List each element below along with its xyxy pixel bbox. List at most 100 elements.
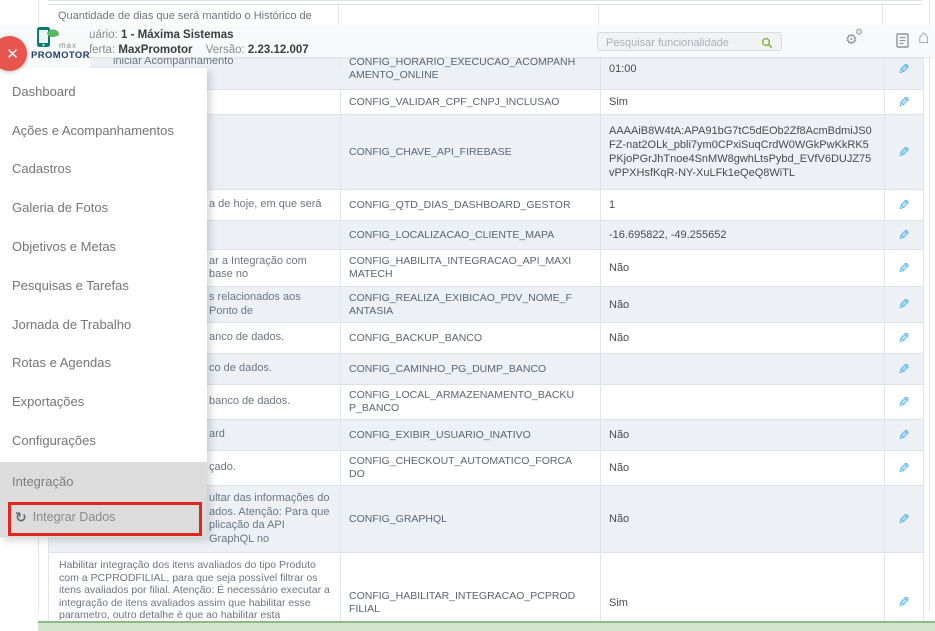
edit-cell: ✎ xyxy=(885,221,923,249)
config-name-cell: CONFIG_CAMINHO_PG_DUMP_BANCO xyxy=(341,354,601,384)
edit-cell: ✎ xyxy=(885,250,923,286)
version-value: 2.23.12.007 xyxy=(247,44,309,56)
sidebar-item-label: Pesquisas e Tarefas xyxy=(12,277,129,293)
sidebar-item-label: Exportações xyxy=(12,394,85,410)
sidebar-item-label: Objetivos e Metas xyxy=(12,239,117,255)
config-name-cell: CONFIG_EXIBIR_USUARIO_INATIVO xyxy=(341,420,601,450)
config-value-cell: Sim xyxy=(601,90,885,114)
sidebar-item[interactable]: Jornada de Trabalho xyxy=(0,305,207,344)
table-partial-top-row: Quantidade de dias que será mantido o Hi… xyxy=(48,0,922,26)
config-description-cell: Quantidade de dias que será mantido o Hi… xyxy=(48,5,339,26)
edit-cell: ✎ xyxy=(885,354,923,384)
config-value-cell xyxy=(601,354,885,384)
sidebar-item[interactable]: Cadastros xyxy=(0,150,207,189)
config-name-cell: CONFIG_CHECKOUT_AUTOMATICO_FORCADO xyxy=(341,451,601,485)
config-value-cell xyxy=(601,385,885,419)
sidebar-item-label: Configurações xyxy=(12,433,96,449)
edit-cell: ✎ xyxy=(885,323,923,353)
config-value-cell: Não xyxy=(601,323,885,353)
edit-icon[interactable]: ✎ xyxy=(898,296,910,313)
sidebar-item[interactable]: Exportações xyxy=(0,382,207,421)
edit-icon[interactable]: ✎ xyxy=(898,361,910,378)
config-name-cell: CONFIG_LOCAL_ARMAZENAMENTO_BACKUP_BANCO xyxy=(341,385,601,419)
edit-icon[interactable]: ✎ xyxy=(898,394,910,411)
table-row: Habilitar integração dos itens avaliados… xyxy=(49,553,923,631)
edit-cell: ✎ xyxy=(885,385,923,419)
search-input[interactable] xyxy=(604,34,758,51)
sidebar-item-label: Jornada de Trabalho xyxy=(12,316,132,332)
top-header: Usuário: 1 - Máxima Sistemas Oferta: Max… xyxy=(0,25,935,57)
close-icon: ✕ xyxy=(6,45,19,63)
page-right-border xyxy=(929,0,930,612)
edit-icon[interactable]: ✎ xyxy=(898,61,910,78)
version-label: Versão: xyxy=(205,44,245,56)
sidebar-item-label: Galeria de Fotos xyxy=(12,200,109,216)
edit-icon[interactable]: ✎ xyxy=(898,197,910,214)
home-icon[interactable]: ⌂ xyxy=(918,27,929,49)
edit-icon[interactable]: ✎ xyxy=(898,144,910,161)
search-icon[interactable] xyxy=(761,36,773,54)
sidebar-item-label: Integrar Dados xyxy=(32,509,116,524)
config-name-cell: CONFIG_LOCALIZACAO_CLIENTE_MAPA xyxy=(341,221,601,249)
sidebar-item[interactable]: Rotas e Agendas xyxy=(0,344,207,383)
edit-icon[interactable]: ✎ xyxy=(898,427,910,444)
sidebar-item[interactable]: Ações e Acompanhamentos xyxy=(0,111,207,150)
sidebar-item[interactable]: Configurações xyxy=(0,421,207,460)
config-value-cell: Não xyxy=(601,451,885,485)
user-value: 1 - Máxima Sistemas xyxy=(121,29,234,41)
settings-cogs-icon[interactable]: ⚙ ⚙ xyxy=(845,27,863,48)
edit-cell xyxy=(883,5,921,26)
config-value-cell: Não xyxy=(601,250,885,286)
config-name-cell: CONFIG_QTD_DIAS_DASHBOARD_GESTOR xyxy=(341,190,601,220)
config-value-cell: -16.695822, -49.255652 xyxy=(601,221,885,249)
edit-cell: ✎ xyxy=(885,90,923,114)
edit-icon[interactable]: ✎ xyxy=(898,260,910,277)
footer-green-bar xyxy=(38,621,935,631)
config-name-cell: CONFIG_GRAPHQL xyxy=(341,486,601,552)
sidebar-item[interactable]: Pesquisas e Tarefas xyxy=(0,266,207,305)
sync-icon: ↻ xyxy=(15,508,27,525)
config-value-cell: Não xyxy=(601,420,885,450)
config-name-cell: CONFIG_HABILITAR_INTEGRACAO_PCPRODFILIAL xyxy=(341,553,601,631)
edit-icon[interactable]: ✎ xyxy=(898,460,910,477)
report-document-icon[interactable] xyxy=(896,33,909,53)
search-box[interactable] xyxy=(597,32,782,51)
sidebar-item-label: Ações e Acompanhamentos xyxy=(12,122,174,138)
user-info-line: Usuário: 1 - Máxima Sistemas xyxy=(75,29,234,41)
edit-cell: ✎ xyxy=(885,287,923,322)
sidebar-item[interactable]: Objetivos e Metas xyxy=(0,227,207,266)
config-value-cell: Não xyxy=(601,287,885,322)
sidebar-item[interactable]: Dashboard xyxy=(0,72,207,111)
sidebar-item-integracao[interactable]: Integração xyxy=(0,462,207,500)
config-value-cell xyxy=(599,5,883,26)
config-name-cell: CONFIG_REALIZA_EXIBICAO_PDV_NOME_FANTASI… xyxy=(341,287,601,322)
sidebar-items-list: Dashboard Ações e Acompanhamentos Cadast… xyxy=(0,68,207,460)
sidebar-item-label: Integração xyxy=(12,473,74,489)
edit-cell: ✎ xyxy=(885,486,923,552)
sidebar-menu: Dashboard Ações e Acompanhamentos Cadast… xyxy=(0,68,207,537)
offer-value: MaxPromotor xyxy=(118,44,193,56)
edit-icon[interactable]: ✎ xyxy=(898,94,910,111)
config-value-cell: Não xyxy=(601,486,885,552)
config-name-cell xyxy=(339,5,599,26)
config-name-cell: CONFIG_VALIDAR_CPF_CNPJ_INCLUSAO xyxy=(341,90,601,114)
config-value-cell: Sim xyxy=(601,553,885,631)
config-value-cell: AAAAiB8W4tA:APA91bG7tC5dEOb2Zf8AcmBdmiJS… xyxy=(601,115,885,189)
edit-cell: ✎ xyxy=(885,420,923,450)
edit-icon[interactable]: ✎ xyxy=(898,227,910,244)
config-name-cell: CONFIG_HABILITA_INTEGRACAO_API_MAXIMATEC… xyxy=(341,250,601,286)
config-value-cell: 1 xyxy=(601,190,885,220)
sidebar-item-integrar-dados[interactable]: ↻ Integrar Dados xyxy=(0,500,207,533)
sidebar-item[interactable]: Galeria de Fotos xyxy=(0,188,207,227)
edit-icon[interactable]: ✎ xyxy=(898,330,910,347)
app-screen: Quantidade de dias que será mantido o Hi… xyxy=(0,0,935,631)
edit-cell: ✎ xyxy=(885,190,923,220)
logo-promotor-text: PROMOTOR xyxy=(31,50,90,61)
edit-cell: ✎ xyxy=(885,553,923,631)
edit-icon[interactable]: ✎ xyxy=(898,594,910,611)
config-name-cell: CONFIG_BACKUP_BANCO xyxy=(341,323,601,353)
edit-icon[interactable]: ✎ xyxy=(898,511,910,528)
config-description-cell: Habilitar integração dos itens avaliados… xyxy=(49,553,341,631)
sidebar-item-label: Dashboard xyxy=(12,83,76,99)
sidebar-integration-block: Integração ↻ Integrar Dados xyxy=(0,462,207,537)
